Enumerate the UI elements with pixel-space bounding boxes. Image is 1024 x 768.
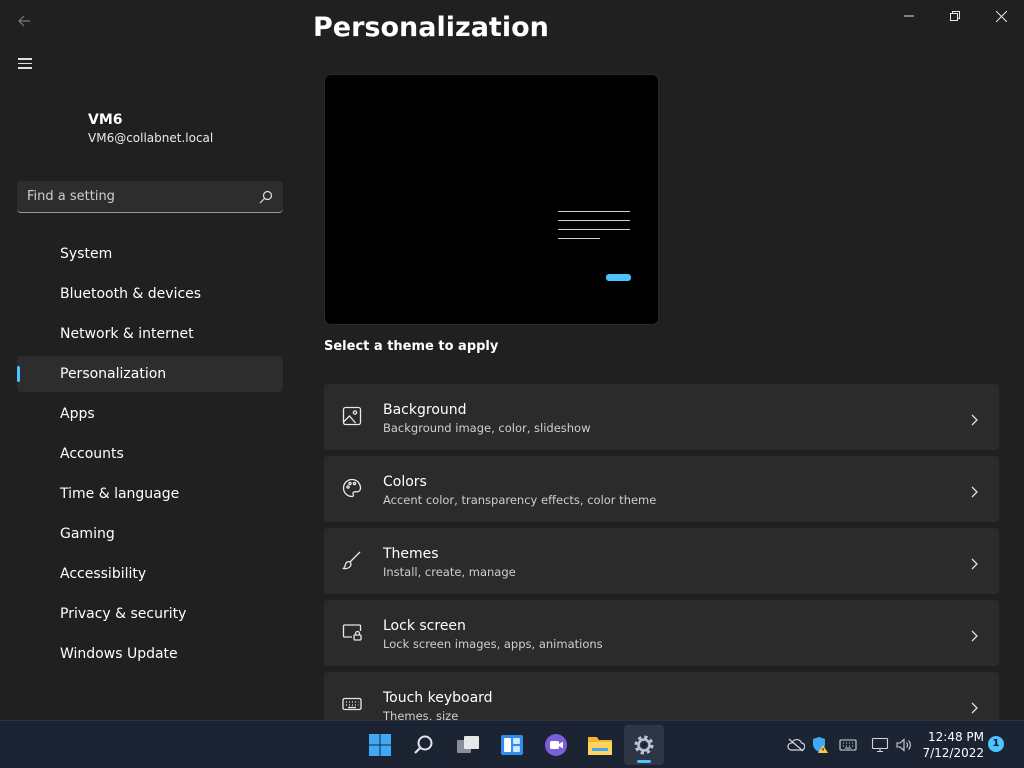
sidebar-item-gaming[interactable]: Gaming	[17, 516, 283, 552]
clock-time: 12:48 PM	[928, 730, 984, 744]
chat-icon	[545, 734, 567, 756]
card-title: Touch keyboard	[383, 690, 493, 706]
back-arrow-icon[interactable]	[14, 13, 34, 33]
sidebar-item-privacy-security[interactable]: Privacy & security	[17, 596, 283, 632]
taskbar: 12:48 PM 7/12/2022	[0, 720, 1024, 768]
sidebar-item-label: Privacy & security	[60, 606, 187, 622]
search-input[interactable]	[17, 181, 247, 212]
user-profile[interactable]: VM6 VM6@collabnet.local	[88, 112, 213, 145]
sidebar-item-network-internet[interactable]: Network & internet	[17, 316, 283, 352]
chevron-right-icon	[969, 411, 979, 426]
card-background[interactable]: Background Background image, color, slid…	[324, 384, 999, 450]
minimize-button[interactable]	[886, 0, 932, 32]
card-touch-keyboard[interactable]: Touch keyboard Themes, size	[324, 672, 999, 720]
notification-badge[interactable]: 1	[988, 736, 1004, 752]
card-title: Colors	[383, 474, 427, 490]
sidebar-item-label: Bluetooth & devices	[60, 286, 202, 302]
security-warning-icon[interactable]	[810, 735, 830, 755]
sidebar-item-label: Network & internet	[60, 326, 194, 342]
profile-email: VM6@collabnet.local	[88, 131, 214, 145]
sidebar-item-system[interactable]: System	[17, 236, 283, 272]
search-box	[17, 181, 283, 213]
chevron-right-icon	[969, 555, 979, 570]
gear-icon	[634, 735, 654, 755]
page-title: Personalization	[313, 12, 549, 43]
theme-section-label: Select a theme to apply	[324, 339, 499, 354]
sidebar-item-windows-update[interactable]: Windows Update	[17, 636, 283, 672]
sidebar-item-label: Personalization	[60, 366, 167, 382]
volume-icon[interactable]	[894, 735, 914, 755]
profile-name: VM6	[88, 112, 123, 128]
task-view-icon	[457, 736, 479, 753]
sidebar-item-label: System	[60, 246, 113, 262]
settings-cards: Background Background image, color, slid…	[324, 384, 999, 720]
card-subtitle: Themes, size	[383, 709, 459, 720]
sidebar-nav: System Bluetooth & devices Network & int…	[17, 236, 283, 676]
settings-app-button[interactable]	[624, 725, 664, 765]
chevron-right-icon	[969, 627, 979, 642]
windows-logo-icon	[369, 734, 391, 756]
sidebar-item-label: Time & language	[60, 486, 180, 502]
chevron-right-icon	[969, 699, 979, 714]
teams-chat-button[interactable]	[536, 725, 576, 765]
preview-accent-button	[606, 274, 631, 281]
keyboard-icon	[342, 694, 364, 716]
card-title: Lock screen	[383, 618, 466, 634]
card-lock-screen[interactable]: Lock screen Lock screen images, apps, an…	[324, 600, 999, 666]
settings-window: VM6 VM6@collabnet.local System Bluetooth…	[0, 0, 1024, 720]
card-subtitle: Accent color, transparency effects, colo…	[383, 493, 657, 507]
sidebar-item-time-language[interactable]: Time & language	[17, 476, 283, 512]
card-title: Themes	[383, 546, 439, 562]
card-subtitle: Install, create, manage	[383, 565, 516, 579]
sidebar-item-apps[interactable]: Apps	[17, 396, 283, 432]
restore-button[interactable]	[932, 0, 978, 32]
chevron-right-icon	[969, 483, 979, 498]
sidebar-item-label: Windows Update	[60, 646, 178, 662]
sidebar-item-label: Gaming	[60, 526, 115, 542]
menu-icon[interactable]	[18, 55, 38, 73]
card-themes[interactable]: Themes Install, create, manage	[324, 528, 999, 594]
sidebar-item-label: Apps	[60, 406, 95, 422]
widgets-icon	[501, 735, 523, 755]
sidebar-item-personalization[interactable]: Personalization	[17, 356, 283, 392]
system-clock[interactable]: 12:48 PM 7/12/2022	[920, 729, 984, 761]
theme-preview	[324, 74, 659, 325]
start-button[interactable]	[360, 725, 400, 765]
task-view-button[interactable]	[448, 725, 488, 765]
sidebar-item-label: Accounts	[60, 446, 124, 462]
card-subtitle: Background image, color, slideshow	[383, 421, 591, 435]
cloud-offline-icon[interactable]	[786, 735, 806, 755]
card-colors[interactable]: Colors Accent color, transparency effect…	[324, 456, 999, 522]
sidebar-item-accessibility[interactable]: Accessibility	[17, 556, 283, 592]
network-icon[interactable]	[870, 735, 890, 755]
card-title: Background	[383, 402, 467, 418]
sidebar-item-bluetooth-devices[interactable]: Bluetooth & devices	[17, 276, 283, 312]
sidebar-item-accounts[interactable]: Accounts	[17, 436, 283, 472]
lock-screen-icon	[342, 622, 364, 644]
card-subtitle: Lock screen images, apps, animations	[383, 637, 603, 651]
keyboard-icon[interactable]	[838, 735, 858, 755]
search-icon[interactable]	[259, 189, 273, 204]
clock-date: 7/12/2022	[922, 746, 984, 760]
taskbar-search-button[interactable]	[404, 725, 444, 765]
file-explorer-button[interactable]	[580, 725, 620, 765]
widgets-button[interactable]	[492, 725, 532, 765]
image-icon	[342, 406, 364, 428]
close-button[interactable]	[978, 0, 1024, 32]
sidebar-item-label: Accessibility	[60, 566, 147, 582]
brush-icon	[342, 550, 364, 572]
palette-icon	[342, 478, 364, 500]
search-icon	[414, 735, 433, 754]
folder-icon	[588, 737, 612, 755]
